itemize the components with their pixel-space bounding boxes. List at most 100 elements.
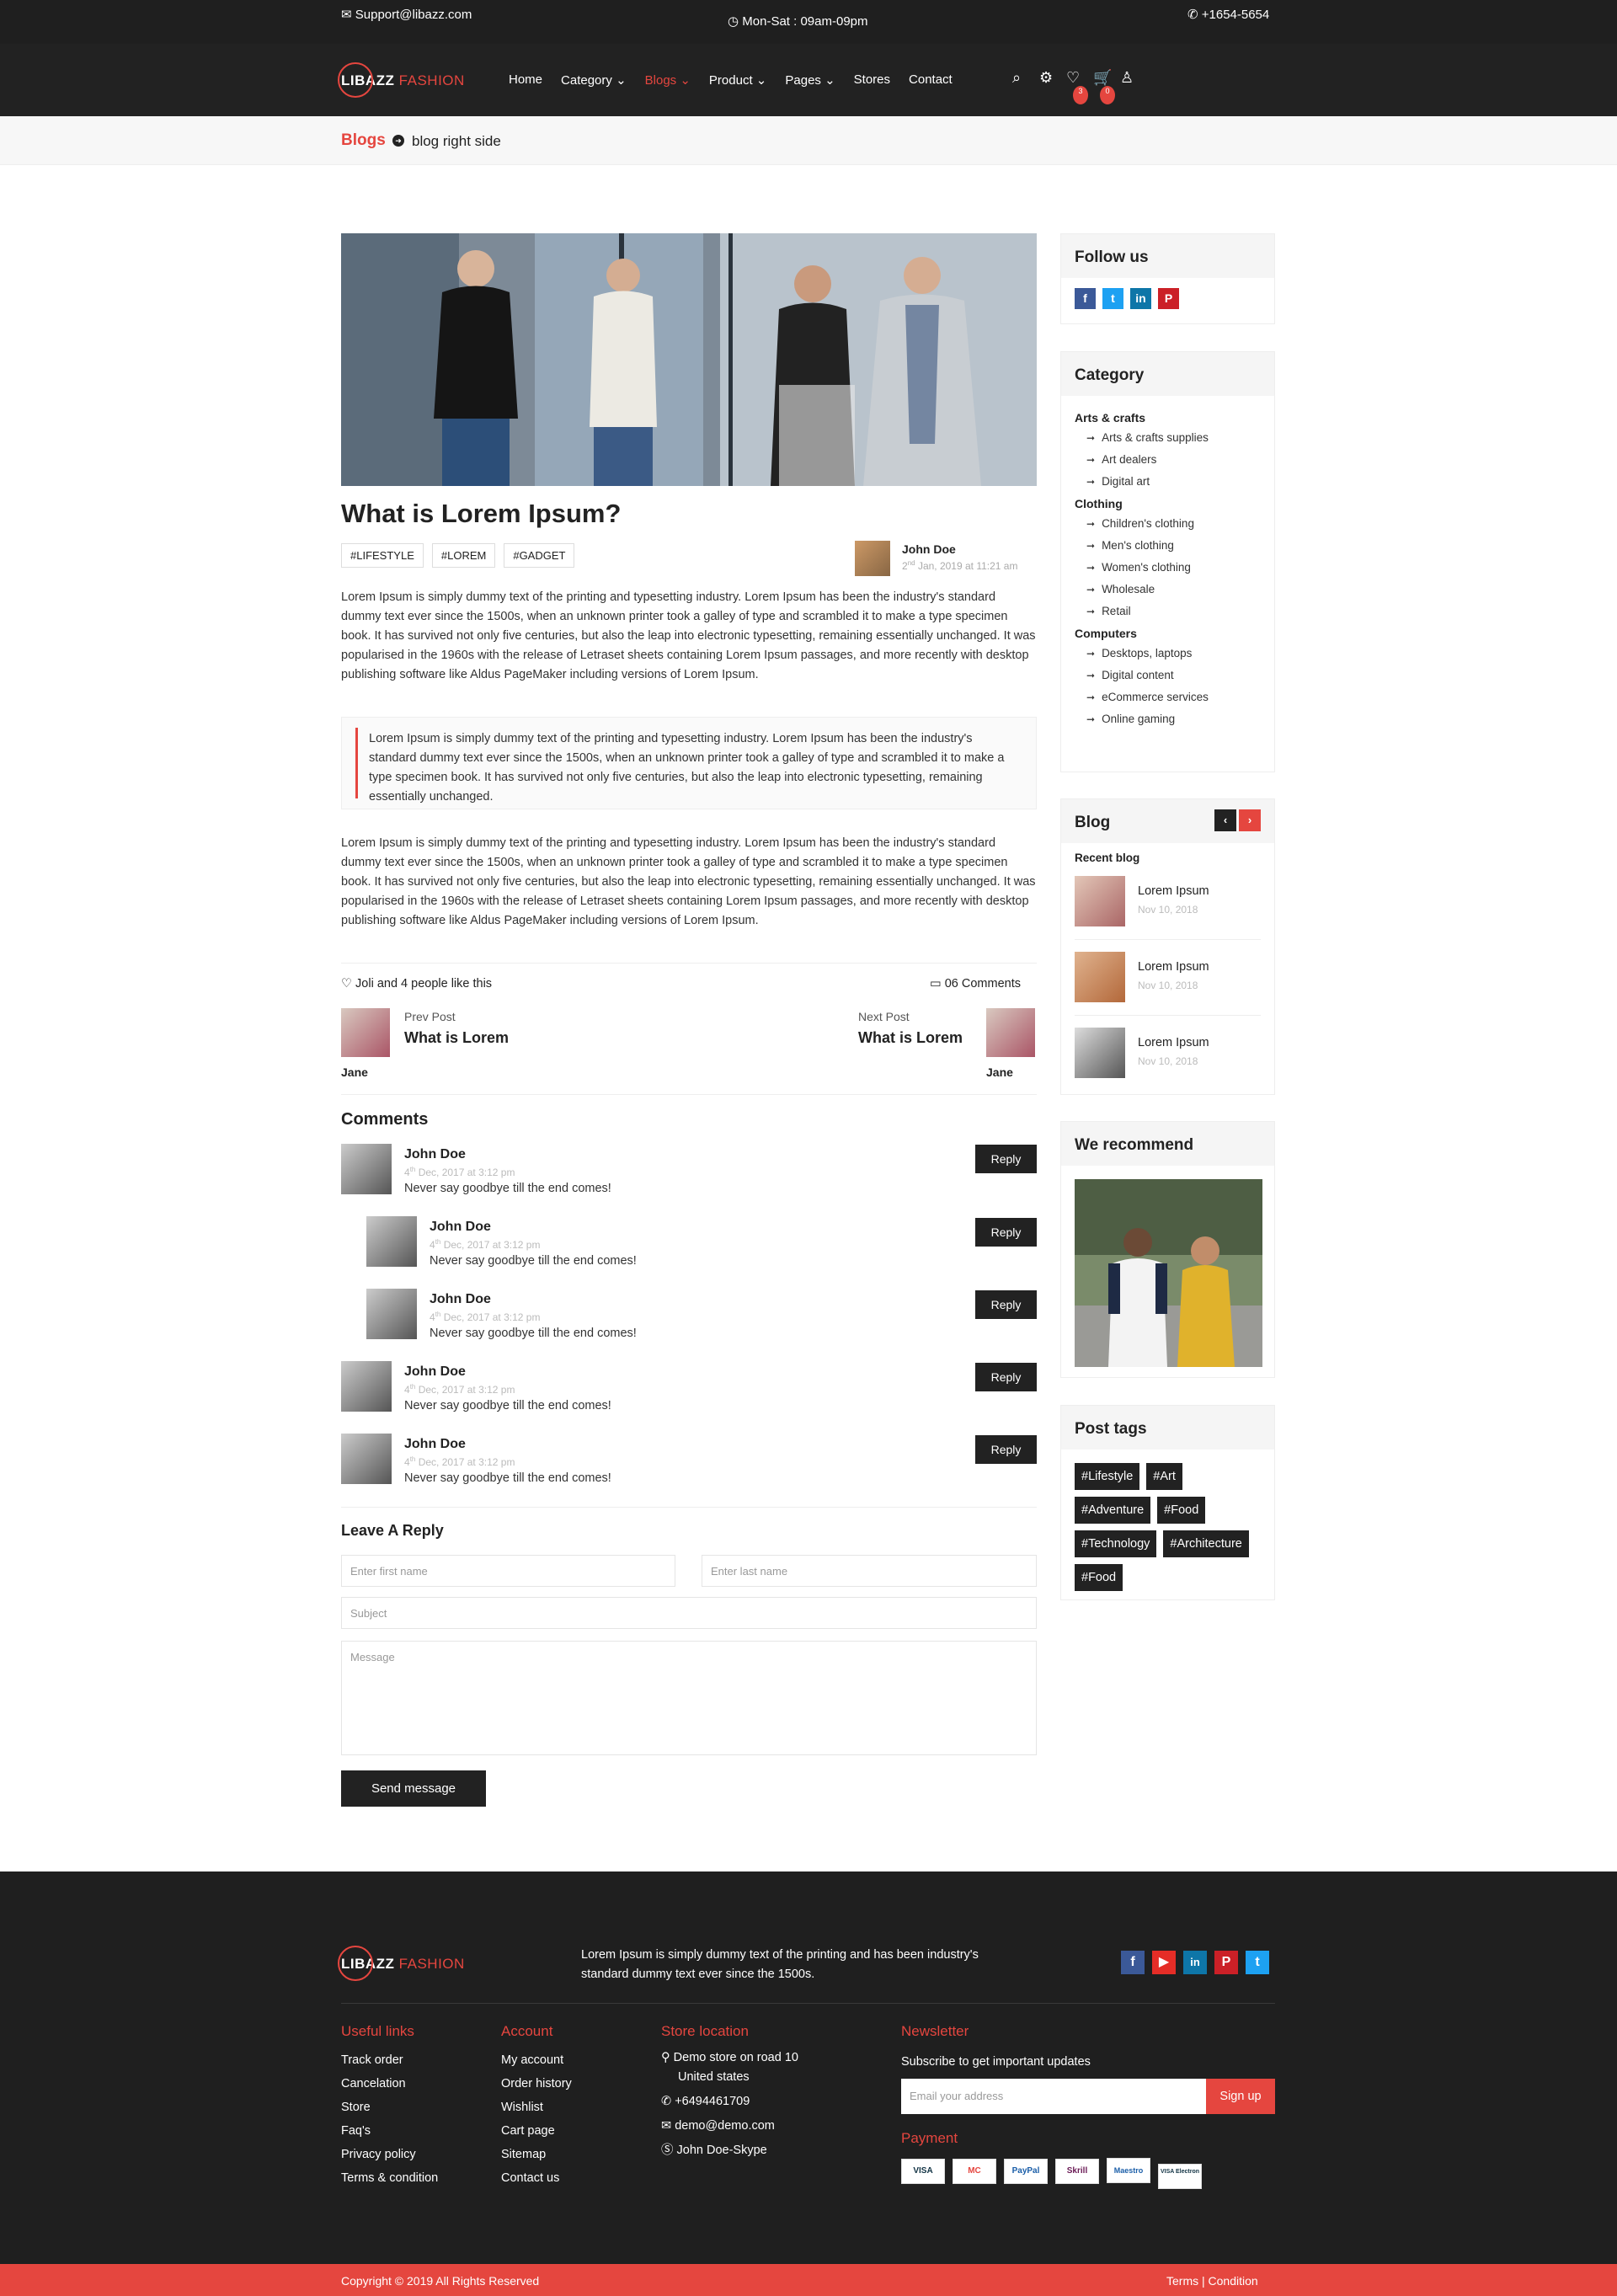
recent-blog-item[interactable]: Lorem Ipsum Nov 10, 2018 bbox=[1075, 1016, 1261, 1092]
chevron-right-icon[interactable]: › bbox=[1239, 809, 1261, 831]
footer-link[interactable]: Sitemap bbox=[501, 2143, 572, 2166]
category-item[interactable]: Children's clothing bbox=[1075, 517, 1261, 530]
newsletter-email-input[interactable]: Email your address bbox=[901, 2079, 1206, 2114]
category-group[interactable]: Computers bbox=[1075, 627, 1261, 640]
support-email[interactable]: ✉ Support@libazz.com bbox=[341, 7, 472, 22]
nav-blogs[interactable]: Blogs ⌄ bbox=[645, 72, 691, 88]
footer-link[interactable]: Store bbox=[341, 2096, 438, 2119]
nav-product[interactable]: Product ⌄ bbox=[709, 72, 766, 88]
twitter-icon[interactable]: t bbox=[1102, 288, 1123, 309]
comments-count[interactable]: ▭ 06 Comments bbox=[930, 977, 1021, 990]
reply-button[interactable]: Reply bbox=[975, 1145, 1037, 1173]
footer-phone[interactable]: ✆ +6494461709 bbox=[661, 2092, 798, 2112]
footer-link[interactable]: Wishlist bbox=[501, 2096, 572, 2119]
category-item[interactable]: Digital art bbox=[1075, 475, 1261, 488]
footer-link[interactable]: Order history bbox=[501, 2072, 572, 2096]
gear-icon[interactable]: ⚙ bbox=[1039, 69, 1054, 88]
linkedin-icon[interactable]: in bbox=[1183, 1951, 1207, 1974]
category-item[interactable]: Arts & crafts supplies bbox=[1075, 431, 1261, 444]
facebook-icon[interactable]: f bbox=[1075, 288, 1096, 309]
category-item[interactable]: Wholesale bbox=[1075, 583, 1261, 595]
nav-home[interactable]: Home bbox=[509, 72, 542, 88]
category-item[interactable]: Men's clothing bbox=[1075, 539, 1261, 552]
category-item[interactable]: Retail bbox=[1075, 605, 1261, 617]
category-item[interactable]: Online gaming bbox=[1075, 713, 1261, 725]
reply-button[interactable]: Reply bbox=[975, 1435, 1037, 1464]
category-item[interactable]: Art dealers bbox=[1075, 453, 1261, 466]
tag-chip[interactable]: #Technology bbox=[1075, 1530, 1157, 1557]
message-textarea[interactable]: Message bbox=[341, 1641, 1037, 1755]
tag-chip[interactable]: #Food bbox=[1157, 1497, 1206, 1524]
comment-text: Never say goodbye till the end comes! bbox=[404, 1399, 611, 1412]
signup-button[interactable]: Sign up bbox=[1206, 2079, 1275, 2114]
breadcrumb-parent[interactable]: Blogs bbox=[341, 131, 386, 150]
tag-chip[interactable]: #Adventure bbox=[1075, 1497, 1151, 1524]
subject-input[interactable]: Subject bbox=[341, 1597, 1037, 1629]
category-item[interactable]: Digital content bbox=[1075, 669, 1261, 681]
footer-email[interactable]: ✉ demo@demo.com bbox=[661, 2117, 798, 2136]
recent-blog-item[interactable]: Lorem Ipsum Nov 10, 2018 bbox=[1075, 940, 1261, 1016]
facebook-icon[interactable]: f bbox=[1121, 1951, 1145, 1974]
category-item[interactable]: Women's clothing bbox=[1075, 561, 1261, 574]
linkedin-icon[interactable]: in bbox=[1130, 288, 1151, 309]
chevron-left-icon[interactable]: ‹ bbox=[1214, 809, 1236, 831]
post-hero-image bbox=[341, 233, 1037, 486]
footer-link[interactable]: Cart page bbox=[501, 2119, 572, 2143]
mail-icon: ✉ bbox=[661, 2119, 672, 2133]
nav-stores[interactable]: Stores bbox=[854, 72, 890, 88]
twitter-icon[interactable]: t bbox=[1246, 1951, 1269, 1974]
pinterest-icon[interactable]: P bbox=[1214, 1951, 1238, 1974]
tag-chip[interactable]: #Food bbox=[1075, 1564, 1123, 1591]
pinterest-icon[interactable]: P bbox=[1158, 288, 1179, 309]
store-location-heading: Store location bbox=[661, 2023, 749, 2039]
first-name-input[interactable]: Enter first name bbox=[341, 1555, 675, 1587]
user-icon[interactable]: ♙ bbox=[1120, 69, 1135, 88]
footer-link[interactable]: Terms & condition bbox=[341, 2166, 438, 2190]
prev-post-avatar[interactable] bbox=[341, 1008, 390, 1057]
prev-post-title[interactable]: What is Lorem bbox=[404, 1029, 509, 1047]
nav-category[interactable]: Category ⌄ bbox=[561, 72, 627, 88]
post-tag[interactable]: #LIFESTYLE bbox=[341, 543, 424, 568]
footer-link[interactable]: Cancelation bbox=[341, 2072, 438, 2096]
recent-blog-item[interactable]: Lorem Ipsum Nov 10, 2018 bbox=[1075, 864, 1261, 940]
likes-info[interactable]: ♡ Joli and 4 people like this bbox=[341, 977, 492, 990]
footer-link[interactable]: Track order bbox=[341, 2048, 438, 2072]
next-post-title[interactable]: What is Lorem bbox=[858, 1029, 963, 1047]
footer-logo[interactable]: LIBAZZ FASHION bbox=[338, 1946, 465, 1981]
category-item[interactable]: Desktops, laptops bbox=[1075, 647, 1261, 659]
cart-icon[interactable]: 🛒0 bbox=[1093, 69, 1115, 104]
phone-number[interactable]: ✆ +1654-5654 bbox=[1187, 7, 1269, 22]
last-name-input[interactable]: Enter last name bbox=[702, 1555, 1037, 1587]
nav-pages[interactable]: Pages ⌄ bbox=[785, 72, 835, 88]
footer-link[interactable]: Faq's bbox=[341, 2119, 438, 2143]
visa-icon: VISA bbox=[901, 2159, 945, 2184]
category-group[interactable]: Clothing bbox=[1075, 497, 1261, 510]
tag-chip[interactable]: #Art bbox=[1146, 1463, 1182, 1490]
category-item[interactable]: eCommerce services bbox=[1075, 691, 1261, 703]
chevron-right-icon: ➜ bbox=[392, 135, 404, 147]
footer-link[interactable]: Privacy policy bbox=[341, 2143, 438, 2166]
tag-chip[interactable]: #Lifestyle bbox=[1075, 1463, 1140, 1490]
footer-skype[interactable]: Ⓢ John Doe-Skype bbox=[661, 2141, 798, 2160]
search-icon[interactable]: ⌕ bbox=[1012, 69, 1027, 88]
brand-logo[interactable]: LIBAZZ FASHION bbox=[338, 62, 465, 98]
author-name[interactable]: John Doe bbox=[902, 542, 956, 556]
reply-button[interactable]: Reply bbox=[975, 1363, 1037, 1391]
reply-button[interactable]: Reply bbox=[975, 1218, 1037, 1247]
footer-link[interactable]: Contact us bbox=[501, 2166, 572, 2190]
post-tag[interactable]: #GADGET bbox=[504, 543, 575, 568]
tag-chip[interactable]: #Architecture bbox=[1163, 1530, 1249, 1557]
category-group[interactable]: Arts & crafts bbox=[1075, 411, 1261, 424]
next-post-avatar[interactable] bbox=[986, 1008, 1035, 1057]
reply-button[interactable]: Reply bbox=[975, 1290, 1037, 1319]
terms-link[interactable]: Terms | Condition bbox=[1166, 2274, 1258, 2288]
post-tag[interactable]: #LOREM bbox=[431, 543, 496, 568]
address-line-2: United states bbox=[678, 2070, 750, 2084]
footer-link[interactable]: My account bbox=[501, 2048, 572, 2072]
nav-contact[interactable]: Contact bbox=[909, 72, 953, 88]
heart-icon[interactable]: ♡3 bbox=[1066, 69, 1088, 104]
send-message-button[interactable]: Send message bbox=[341, 1770, 486, 1807]
recommend-image[interactable] bbox=[1075, 1179, 1262, 1367]
commenter-avatar bbox=[341, 1434, 392, 1484]
youtube-icon[interactable]: ▶ bbox=[1152, 1951, 1176, 1974]
